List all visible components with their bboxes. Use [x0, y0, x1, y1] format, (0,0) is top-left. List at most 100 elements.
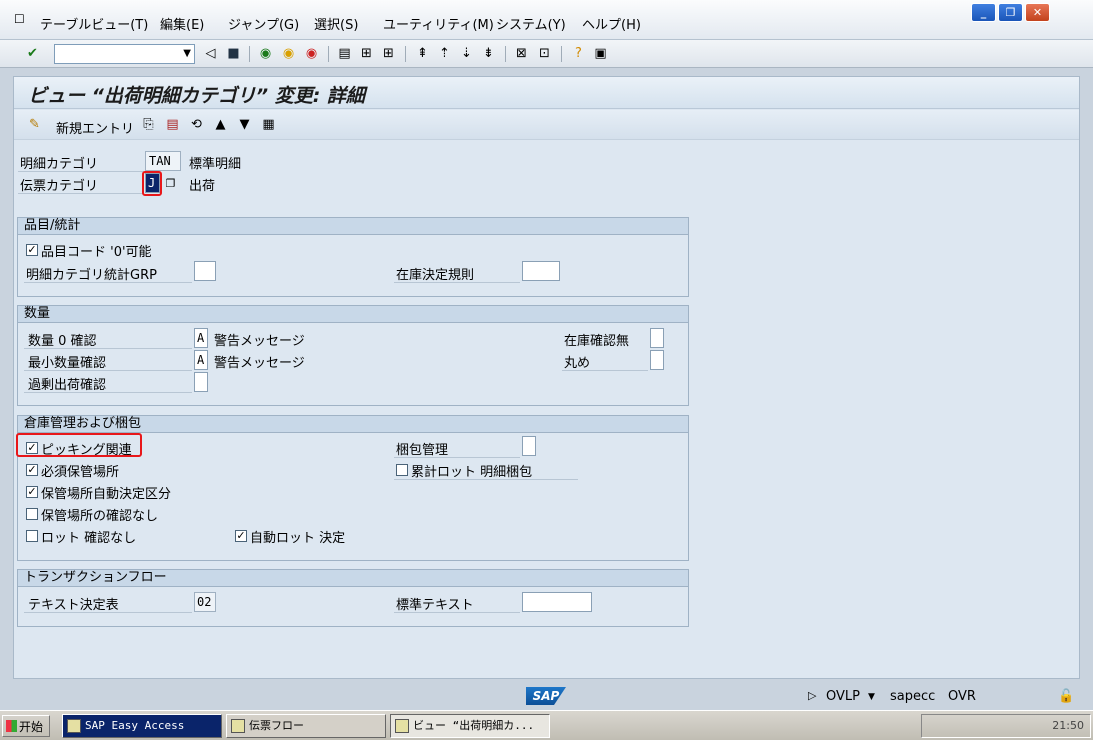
help-icon[interactable]: ?: [570, 45, 587, 62]
menu-table-view[interactable]: テーブルビュー(T): [40, 14, 148, 33]
cancel-icon[interactable]: ◉: [303, 45, 320, 62]
main-panel: ビュー “出荷明細カテゴリ” 変更: 詳細 ✎ 新規エントリ ⎘ ▤ ⟲ ▲ ▼…: [13, 76, 1080, 679]
menu-help[interactable]: ヘルプ(H): [582, 14, 641, 33]
command-field[interactable]: ▼: [54, 44, 195, 64]
auto-batch-checkbox[interactable]: ✓: [235, 530, 247, 542]
field-underline: [24, 348, 192, 349]
separator: [505, 46, 506, 62]
task-doc-flow[interactable]: 伝票フロー: [226, 714, 386, 738]
group-title: 倉庫管理および梱包: [18, 416, 688, 433]
exit-icon[interactable]: ◉: [280, 45, 297, 62]
system-tray: 21:50: [921, 714, 1091, 738]
qty-zero-field[interactable]: A: [194, 328, 208, 348]
last-page-icon[interactable]: ⇟: [480, 45, 497, 62]
sap-window-icon: [395, 719, 409, 733]
minimize-icon[interactable]: _: [971, 3, 996, 22]
rounding-field[interactable]: [650, 350, 664, 370]
storage-req-checkbox[interactable]: ✓: [26, 464, 38, 476]
separator: [405, 46, 406, 62]
std-text-field[interactable]: [522, 592, 592, 612]
cum-batch-checkbox[interactable]: [396, 464, 408, 476]
group-title: 数量: [18, 306, 688, 323]
copy-icon[interactable]: ⎘: [140, 116, 157, 133]
next-entry-icon[interactable]: ▼: [236, 116, 253, 133]
sap-window-icon: [67, 719, 81, 733]
no-avail-check-label: 在庫確認無: [564, 334, 630, 349]
material-zero-checkbox[interactable]: ✓: [26, 244, 38, 256]
status-bar: SAP ▷ OVLP ▼ sapecc OVR 🔓: [0, 683, 1093, 709]
overdelivery-label: 過剰出荷確認: [28, 378, 107, 393]
page-title: ビュー “出荷明細カテゴリ” 変更: 詳細: [28, 85, 365, 107]
min-qty-field[interactable]: A: [194, 350, 208, 370]
quantity-group: 数量 数量 0 確認 A 警告メッセージ 最小数量確認 A 警告メッセージ 過剰…: [17, 305, 689, 406]
menu-system[interactable]: システム(Y): [496, 14, 566, 33]
menu-edit[interactable]: 編集(E): [160, 14, 204, 33]
field-underline: [24, 370, 192, 371]
item-category-field: TAN: [145, 151, 181, 171]
no-batch-check-checkbox[interactable]: [26, 530, 38, 542]
sap-window-icon: [231, 719, 245, 733]
pencil-icon[interactable]: ✎: [26, 116, 43, 133]
delete-icon[interactable]: ▤: [164, 116, 181, 133]
enter-icon[interactable]: ✔: [24, 45, 41, 62]
sap-logo: SAP: [526, 687, 566, 705]
task-label: 伝票フロー: [249, 719, 304, 732]
packing-label: 梱包管理: [396, 443, 449, 458]
separator: [249, 46, 250, 62]
menu-utilities[interactable]: ユーティリティ(M): [383, 14, 494, 33]
material-zero-label: 品目コード '0'可能: [41, 245, 152, 260]
window-controls: _ ❐ ✕: [971, 3, 1053, 23]
menu-select[interactable]: 選択(S): [314, 14, 358, 33]
save-icon[interactable]: ■: [225, 45, 242, 62]
first-page-icon[interactable]: ⇞: [414, 45, 431, 62]
field-underline: [18, 193, 144, 194]
print-icon[interactable]: ▤: [336, 45, 353, 62]
status-dropdown-icon[interactable]: ▼: [868, 692, 875, 702]
find-icon[interactable]: ⊞: [358, 45, 375, 62]
start-label: 开始: [19, 720, 44, 734]
status-mode[interactable]: OVLP: [826, 689, 860, 704]
value-help-icon[interactable]: ❐: [162, 175, 179, 192]
find-next-icon[interactable]: ⊞: [380, 45, 397, 62]
cursor-highlight: [142, 171, 162, 196]
qty-zero-label: 数量 0 確認: [28, 334, 97, 349]
rounding-label: 丸め: [564, 356, 591, 371]
overdelivery-field[interactable]: [194, 372, 208, 392]
collapse-icon[interactable]: ◁: [202, 45, 219, 62]
layout-menu-icon[interactable]: ▣: [592, 45, 609, 62]
stock-rule-label: 在庫決定規則: [396, 268, 475, 283]
no-storage-check-checkbox[interactable]: [26, 508, 38, 520]
back-icon[interactable]: ◉: [257, 45, 274, 62]
doc-category-label: 伝票カテゴリ: [20, 179, 99, 194]
stat-grp-label: 明細カテゴリ統計GRP: [26, 268, 157, 283]
menu-window-icon[interactable]: ☐: [14, 12, 28, 26]
restore-icon[interactable]: ❐: [998, 3, 1023, 22]
clock: 21:50: [1052, 719, 1084, 732]
status-insert-mode[interactable]: OVR: [948, 689, 976, 704]
shortcut-icon[interactable]: ⊡: [536, 45, 553, 62]
undo-icon[interactable]: ⟲: [188, 116, 205, 133]
menu-goto[interactable]: ジャンプ(G): [228, 14, 299, 33]
task-current-view[interactable]: ビュー “出荷明細カ...: [390, 714, 550, 738]
text-proc-label: テキスト決定表: [28, 598, 119, 613]
qty-zero-desc: 警告メッセージ: [214, 334, 305, 349]
stock-rule-field[interactable]: [522, 261, 560, 281]
new-session-icon[interactable]: ⊠: [513, 45, 530, 62]
stat-grp-field[interactable]: [194, 261, 216, 281]
chevron-down-icon[interactable]: ▼: [183, 48, 191, 59]
new-entries-button[interactable]: 新規エントリ: [56, 118, 134, 137]
previous-page-icon[interactable]: ⇡: [436, 45, 453, 62]
no-avail-check-field[interactable]: [650, 328, 664, 348]
previous-entry-icon[interactable]: ▲: [212, 116, 229, 133]
close-icon[interactable]: ✕: [1025, 3, 1050, 22]
task-sap-easy-access[interactable]: SAP Easy Access: [62, 714, 222, 738]
field-underline: [24, 612, 192, 613]
no-batch-check-label: ロット 確認なし: [41, 531, 137, 546]
select-all-icon[interactable]: ▦: [260, 116, 277, 133]
expand-status-icon[interactable]: ▷: [808, 689, 816, 702]
start-button[interactable]: 开始: [2, 715, 50, 737]
packing-field[interactable]: [522, 436, 536, 456]
next-page-icon[interactable]: ⇣: [458, 45, 475, 62]
item-category-desc: 標準明細: [189, 157, 242, 172]
storage-auto-checkbox[interactable]: ✓: [26, 486, 38, 498]
